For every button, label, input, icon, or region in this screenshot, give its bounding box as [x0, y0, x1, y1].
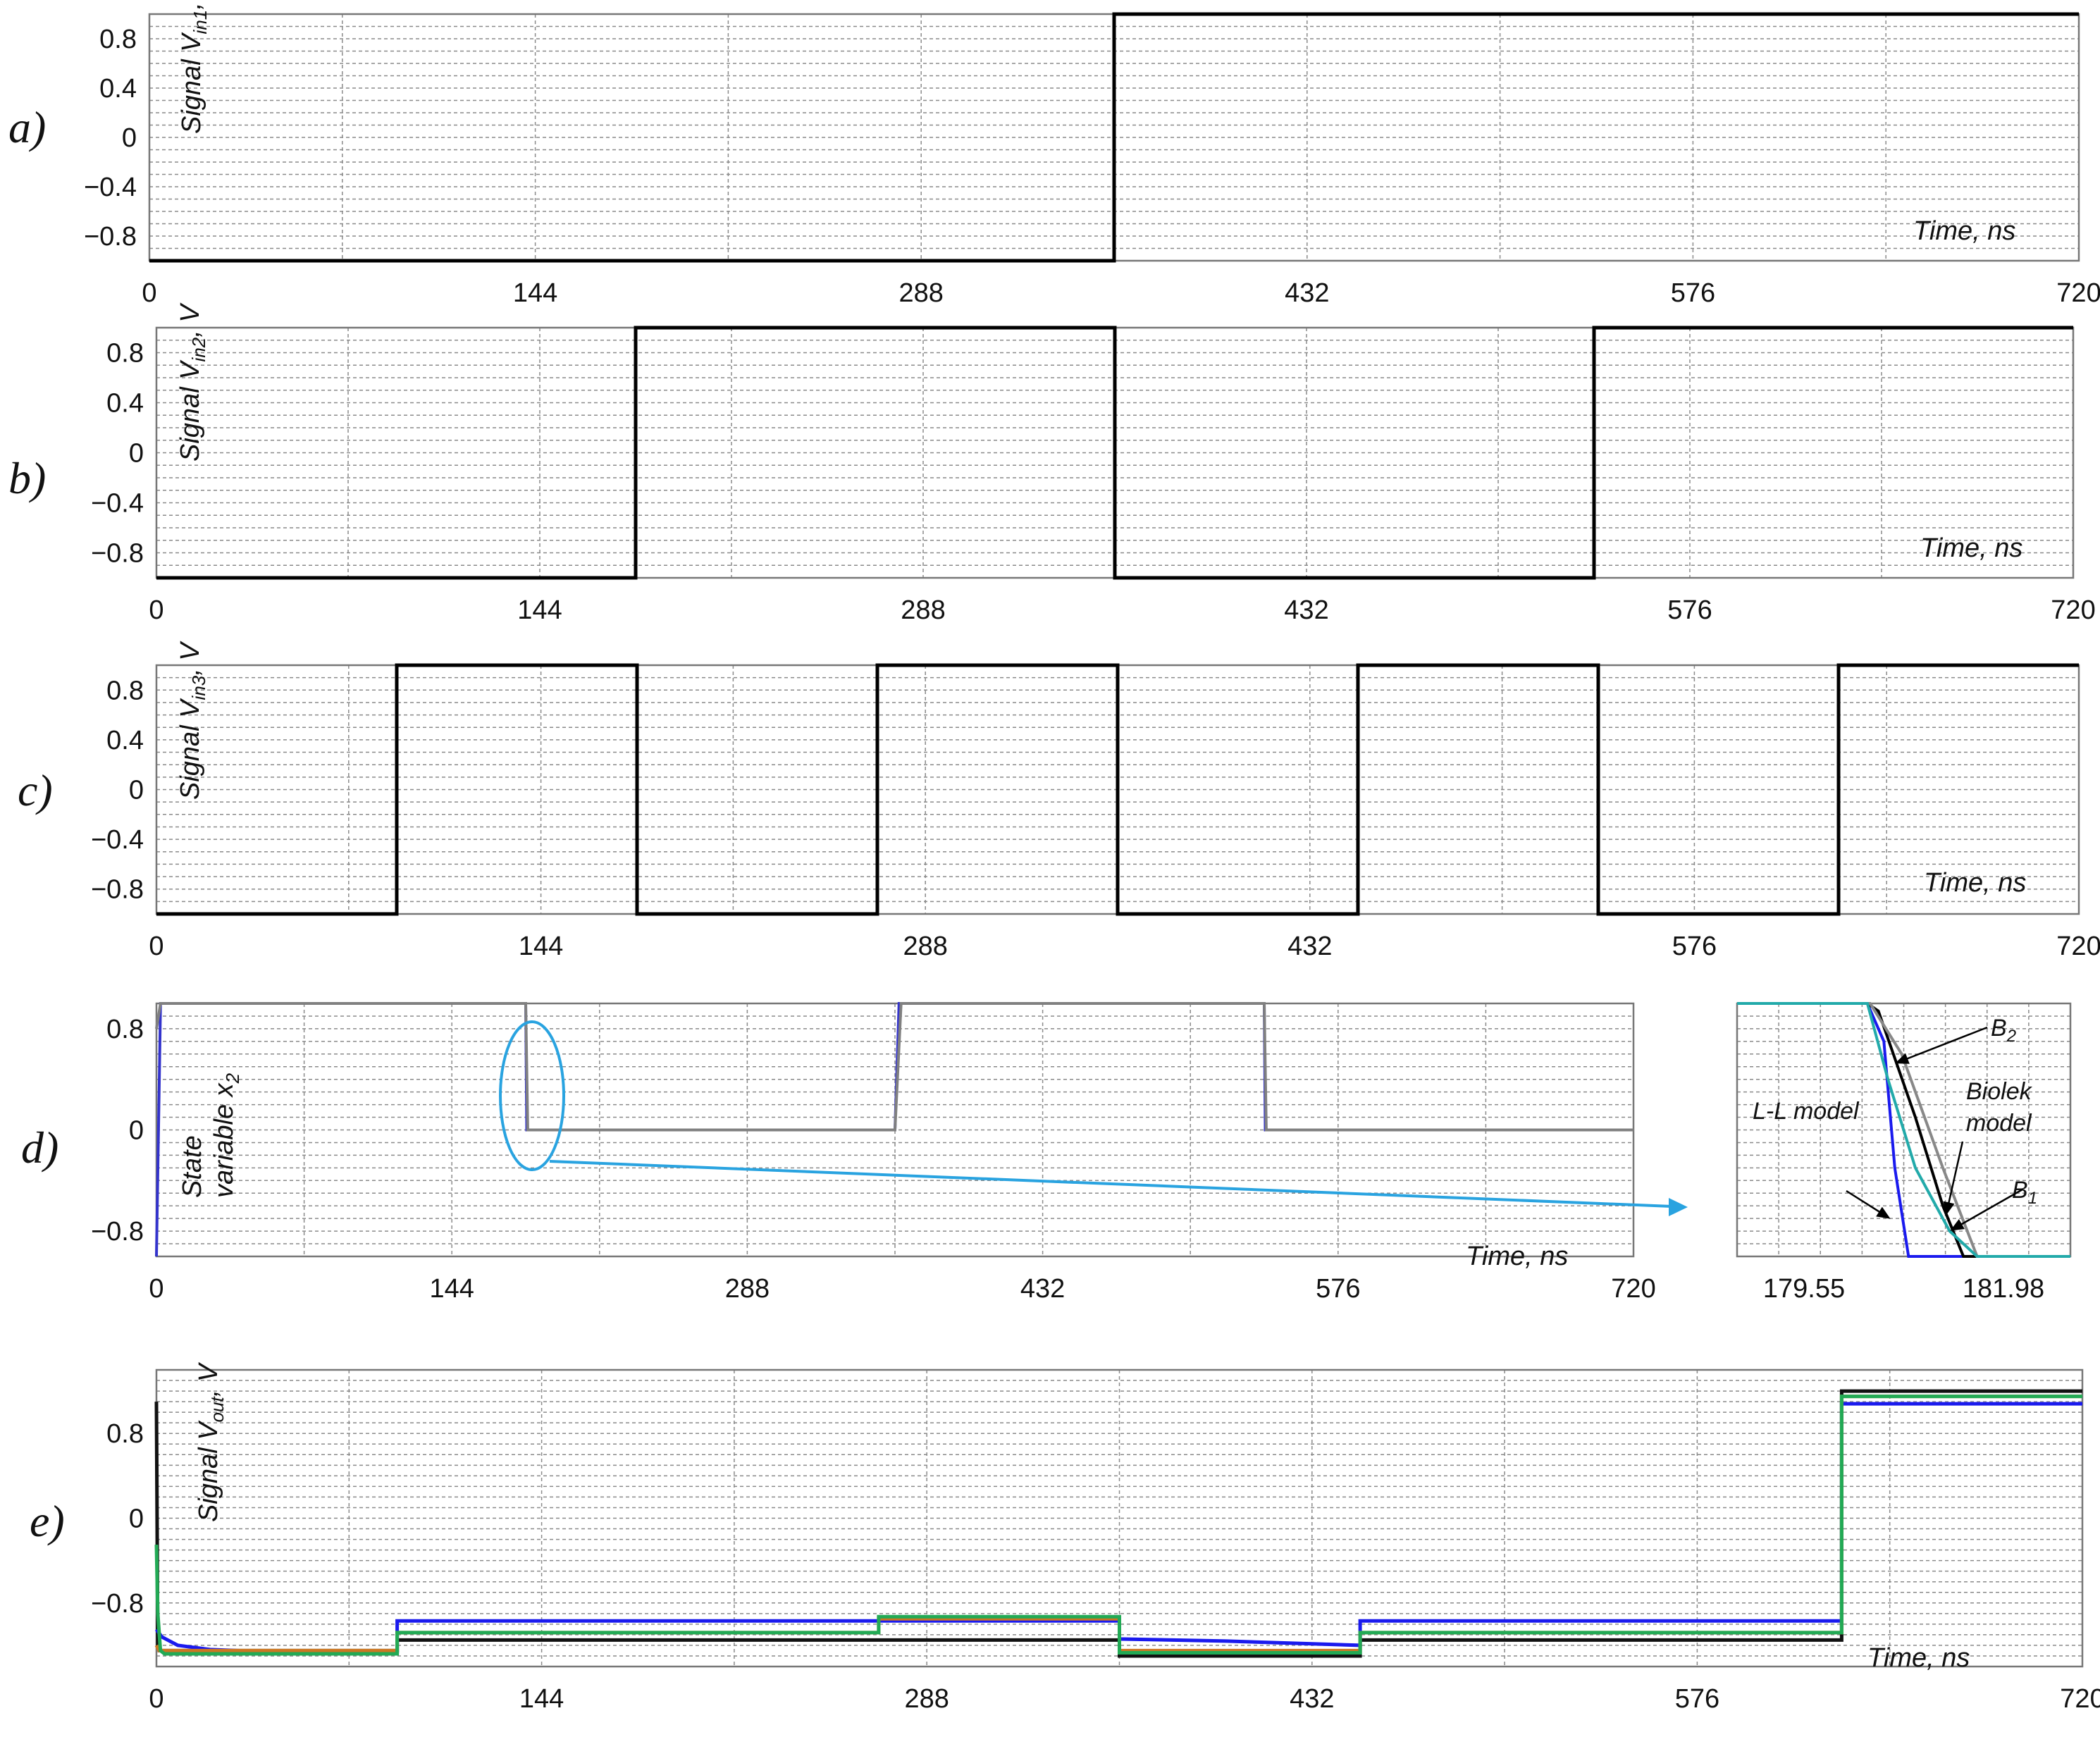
x-tick-label: 720	[2060, 1684, 2100, 1714]
series-line-1	[149, 12, 2079, 263]
annotation-arrow	[1896, 1026, 1988, 1064]
panel-label: c)	[18, 765, 53, 815]
panel-label: a)	[8, 102, 46, 152]
y-tick-label: 0.4	[106, 726, 144, 755]
zoom-ellipse	[499, 1020, 565, 1171]
x-tick-label: 144	[517, 595, 562, 625]
y-tick-label: 0.8	[106, 1419, 144, 1449]
y-tick-label: 0.8	[99, 25, 137, 54]
panel-e: 0 144 288 432 576 720 0.8 0 −0.8 Signal Vout, V Ti…	[30, 1361, 2100, 1714]
y-axis-label-line2: variable x2	[209, 1073, 243, 1198]
x-tick-label: 0	[149, 1684, 163, 1714]
x-tick-label: 576	[1667, 595, 1712, 625]
annotation-arrowhead	[1943, 1201, 1955, 1216]
x-tick-label: 0	[149, 1274, 163, 1304]
x-tick-label: 288	[725, 1274, 770, 1304]
y-tick-label: 0	[129, 776, 144, 805]
annotation-arrowhead	[1876, 1206, 1891, 1219]
panel-label: b)	[8, 453, 46, 503]
x-tick-label: 288	[901, 595, 945, 625]
panel-label: e)	[30, 1496, 65, 1546]
y-tick-label: 0.8	[106, 1015, 144, 1044]
y-tick-label: 0	[129, 439, 144, 469]
x-tick-label: 432	[1020, 1274, 1065, 1304]
x-tick-label: 288	[904, 1684, 949, 1714]
x-tick-label: 144	[429, 1274, 474, 1304]
y-tick-label: 0.4	[99, 74, 137, 104]
x-axis-label: Time, ns	[1924, 868, 2026, 898]
x-tick-label: 0	[149, 932, 163, 961]
x-tick-label: 432	[1284, 595, 1328, 625]
y-tick-label: 0	[122, 123, 137, 153]
x-tick-label: 576	[1675, 1684, 1719, 1714]
annotation-model: model	[1966, 1110, 2032, 1137]
y-tick-label: −0.4	[91, 825, 144, 855]
x-tick-label: 720	[1611, 1274, 1655, 1304]
y-tick-label: −0.8	[91, 1589, 144, 1619]
x-tick-label: 144	[519, 1684, 564, 1714]
x-tick-label: 144	[519, 932, 563, 961]
x-tick-label: 0	[142, 278, 156, 308]
panel-d-inset: 179.55 181.98 L-L model Biolek model B2 B1	[1736, 1002, 2072, 1304]
y-axis-label: State	[178, 1135, 207, 1198]
y-tick-label: 0	[129, 1116, 144, 1146]
x-tick-label: 720	[2056, 278, 2100, 308]
panel-c: 0 144 288 432 576 720 0.8 0.4 0 −0.4 −0.8 Signal Vi…	[18, 641, 2100, 961]
y-tick-label: −0.4	[91, 489, 144, 519]
x-tick-label: 144	[513, 278, 557, 308]
x-tick-label: 720	[2051, 595, 2095, 625]
y-tick-label: 0.4	[106, 389, 144, 419]
x-tick-label: 432	[1287, 932, 1332, 961]
y-tick-label: −0.8	[91, 539, 144, 569]
panel-a: 0 144 288 432 576 720 0.8 0.4 0 −0.4 −0.8 Signal Vi…	[8, 0, 2100, 308]
annotation-arrowhead	[1895, 1053, 1910, 1064]
y-tick-label: 0.8	[106, 676, 144, 705]
x-axis-label: Time, ns	[1920, 533, 2022, 563]
x-tick-label: 0	[149, 595, 163, 625]
x-tick-label: 181.98	[1963, 1274, 2044, 1304]
y-tick-label: −0.8	[84, 222, 137, 252]
annotation-arrowhead	[1950, 1219, 1965, 1231]
zoom-callout	[499, 1020, 1688, 1216]
annotation-b1: B1	[2012, 1177, 2037, 1208]
x-axis-label: Time, ns	[1913, 216, 2015, 246]
panel-label: d)	[21, 1123, 58, 1173]
y-tick-label: −0.8	[91, 875, 144, 905]
y-tick-label: −0.4	[84, 173, 137, 202]
x-tick-label: 576	[1671, 278, 1715, 308]
y-axis-label: Signal Vout, V	[194, 1361, 228, 1522]
annotation-ll-model: L-L model	[1753, 1098, 1860, 1125]
x-tick-label: 288	[903, 932, 947, 961]
x-tick-label: 432	[1285, 278, 1329, 308]
x-tick-label: 288	[898, 278, 943, 308]
x-axis-label: Time, ns	[1466, 1242, 1568, 1271]
x-axis-label: Time, ns	[1867, 1643, 1970, 1673]
annotation-biolek: Biolek	[1966, 1078, 2033, 1105]
figure: 0 144 288 432 576 720 0.8 0.4 0 −0.4 −0.8 Signal Vi…	[8, 0, 2100, 1714]
x-tick-label: 179.55	[1763, 1274, 1845, 1304]
x-tick-label: 432	[1290, 1684, 1334, 1714]
x-tick-label: 576	[1672, 932, 1717, 961]
x-tick-label: 576	[1316, 1274, 1360, 1304]
y-tick-label: −0.8	[91, 1217, 144, 1247]
y-axis-label: Signal Vin3, V	[175, 641, 209, 800]
panel-b: 0 144 288 432 576 720 0.8 0.4 0 −0.4 −0.8 Signal Vi…	[8, 302, 2096, 625]
zoom-arrowhead	[1669, 1198, 1688, 1216]
y-axis-label: Signal Vin1, V	[177, 0, 211, 134]
annotation-b2: B2	[1991, 1015, 2016, 1046]
panel-d: 0 144 288 432 576 7200.80−0.8State variable x2…	[21, 1002, 1656, 1304]
y-axis-label: Signal Vin2, V	[175, 302, 209, 462]
y-tick-label: 0.8	[106, 339, 144, 369]
y-tick-label: 0	[129, 1504, 144, 1534]
x-tick-label: 720	[2056, 932, 2100, 961]
